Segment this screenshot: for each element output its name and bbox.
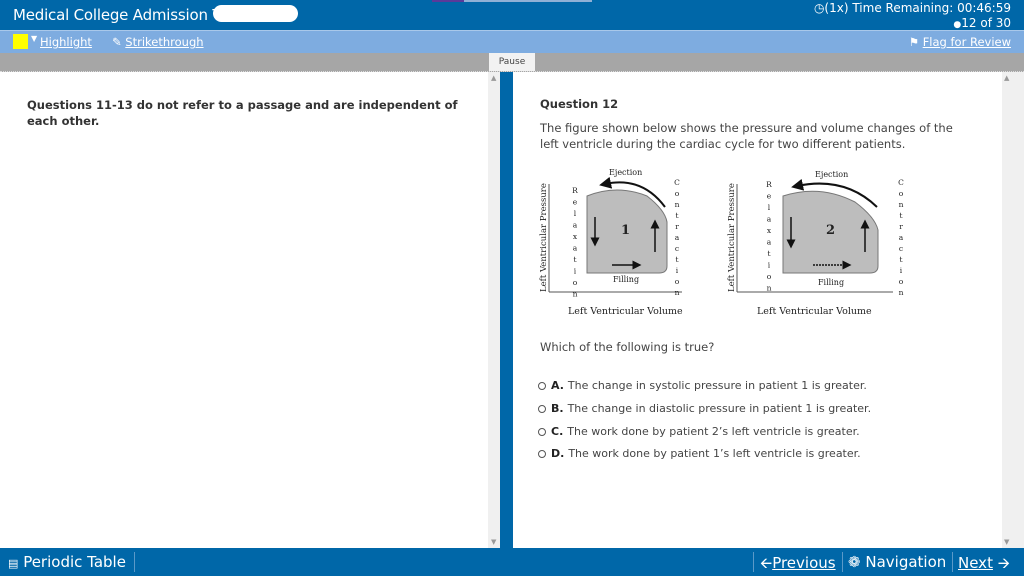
previous-button[interactable]: 🡨Previous — [760, 553, 836, 578]
option-letter: C. — [551, 425, 564, 438]
pv-loop-figure: 1 Ejection Filling Left Ventricular Pres… — [539, 168, 906, 317]
bottom-navigation-bar: ▤ Periodic Table 🡨Previous ❁ Navigation … — [0, 548, 1024, 576]
separator — [952, 552, 953, 572]
ejection-label: Ejection — [815, 170, 848, 179]
passage-pane — [0, 72, 490, 548]
timer[interactable]: ◷(1x) Time Remaining: 00:46:59 — [814, 1, 1011, 15]
next-label: Next — [958, 554, 993, 572]
filling-label: Filling — [818, 278, 844, 287]
clock-icon: ◷ — [813, 1, 825, 15]
question-prompt: Which of the following is true? — [540, 340, 715, 354]
filling-label: Filling — [613, 275, 639, 284]
separator — [753, 552, 754, 572]
y-axis-label: Left Ventricular Pressure — [727, 183, 737, 292]
option-letter: B. — [551, 402, 564, 415]
title-bar: Medical College Admission Test ◷(1x) Tim… — [0, 0, 1024, 30]
passage-scrollbar[interactable]: ▲ ▼ — [488, 72, 500, 548]
contraction-label: Contraction — [897, 178, 906, 299]
toolbar: ▼ Highlight ✎ Strikethrough ⚑ Flag for R… — [0, 30, 1024, 53]
flag-for-review-button[interactable]: ⚑ Flag for Review — [909, 35, 1011, 49]
option-text: The work done by patient 1’s left ventri… — [568, 447, 861, 460]
relaxation-label: Relaxation — [765, 180, 774, 295]
question-scrollbar[interactable]: ▲ ▼ — [1002, 72, 1024, 548]
scroll-up-icon[interactable]: ▲ — [1004, 74, 1009, 82]
option-text: The change in systolic pressure in patie… — [567, 379, 867, 392]
strikethrough-button[interactable]: ✎ Strikethrough — [112, 35, 204, 49]
scroll-up-icon[interactable]: ▲ — [491, 74, 496, 82]
option-letter: D. — [551, 447, 565, 460]
previous-label: Previous — [772, 554, 836, 572]
arrow-left-icon: 🡨 — [760, 554, 773, 572]
question-stem: The figure shown below shows the pressur… — [540, 121, 953, 151]
answer-option-b[interactable]: B. The change in diastolic pressure in pa… — [538, 402, 871, 415]
scroll-down-icon[interactable]: ▼ — [491, 538, 496, 546]
ejection-label: Ejection — [609, 168, 642, 177]
navigation-button[interactable]: ❁ Navigation — [848, 553, 946, 571]
question-counter: ●12 of 30 — [953, 16, 1011, 30]
navigation-icon: ❁ — [848, 553, 861, 571]
separator — [134, 552, 135, 572]
radio-button[interactable] — [538, 449, 546, 458]
scroll-down-icon[interactable]: ▼ — [1004, 538, 1009, 546]
contraction-label: Contraction — [673, 178, 682, 299]
pause-button[interactable]: Pause — [489, 53, 535, 71]
redacted-name — [213, 5, 298, 22]
pencil-icon: ✎ — [112, 35, 122, 49]
option-text: The work done by patient 2’s left ventri… — [567, 425, 860, 438]
question-count-label: 12 of 30 — [961, 16, 1011, 30]
timer-label: (1x) Time Remaining: 00:46:59 — [824, 1, 1011, 15]
highlight-color-swatch[interactable] — [13, 34, 28, 49]
pane-splitter[interactable] — [500, 72, 513, 548]
strikethrough-label: Strikethrough — [125, 35, 204, 49]
separator — [842, 552, 843, 572]
relaxation-label: Relaxation — [571, 186, 580, 301]
question-title: Question 12 — [540, 97, 619, 111]
flag-icon: ⚑ — [908, 35, 920, 49]
x-axis-label: Left Ventricular Volume — [568, 306, 683, 317]
x-axis-label: Left Ventricular Volume — [757, 306, 872, 317]
answer-option-d[interactable]: D. The work done by patient 1’s left vent… — [538, 447, 861, 460]
passage-text: Questions 11-13 do not refer to a passag… — [27, 98, 458, 128]
arrow-right-icon: 🡪 — [997, 554, 1010, 572]
panel-number: 1 — [621, 223, 630, 238]
periodic-table-button[interactable]: ▤ Periodic Table — [8, 553, 126, 571]
answer-option-c[interactable]: C. The work done by patient 2’s left vent… — [538, 425, 860, 438]
pv-loop-panel-2: 2 Ejection Filling Left Ventricular Pres… — [727, 170, 906, 317]
y-axis-label: Left Ventricular Pressure — [539, 183, 549, 292]
tab-strip — [432, 0, 592, 2]
answer-option-a[interactable]: A. The change in systolic pressure in pat… — [538, 379, 867, 392]
periodic-table-label: Periodic Table — [23, 553, 126, 571]
panel-number: 2 — [826, 223, 835, 238]
highlight-button[interactable]: Highlight — [40, 35, 92, 49]
option-letter: A. — [551, 379, 564, 392]
pv-loop-panel-1: 1 Ejection Filling Left Ventricular Pres… — [539, 168, 683, 317]
bar-chart-icon: ▤ — [8, 557, 19, 570]
radio-button[interactable] — [538, 427, 546, 436]
radio-button[interactable] — [538, 381, 546, 390]
option-text: The change in diastolic pressure in pati… — [567, 402, 872, 415]
radio-button[interactable] — [538, 404, 546, 413]
caret-down-icon[interactable]: ▼ — [31, 34, 37, 43]
next-button[interactable]: Next 🡪 — [958, 553, 1010, 578]
highlight-label: Highlight — [40, 35, 92, 49]
navigation-label: Navigation — [865, 553, 947, 571]
exam-title: Medical College Admission Test — [13, 6, 242, 24]
flag-label: Flag for Review — [922, 35, 1011, 49]
